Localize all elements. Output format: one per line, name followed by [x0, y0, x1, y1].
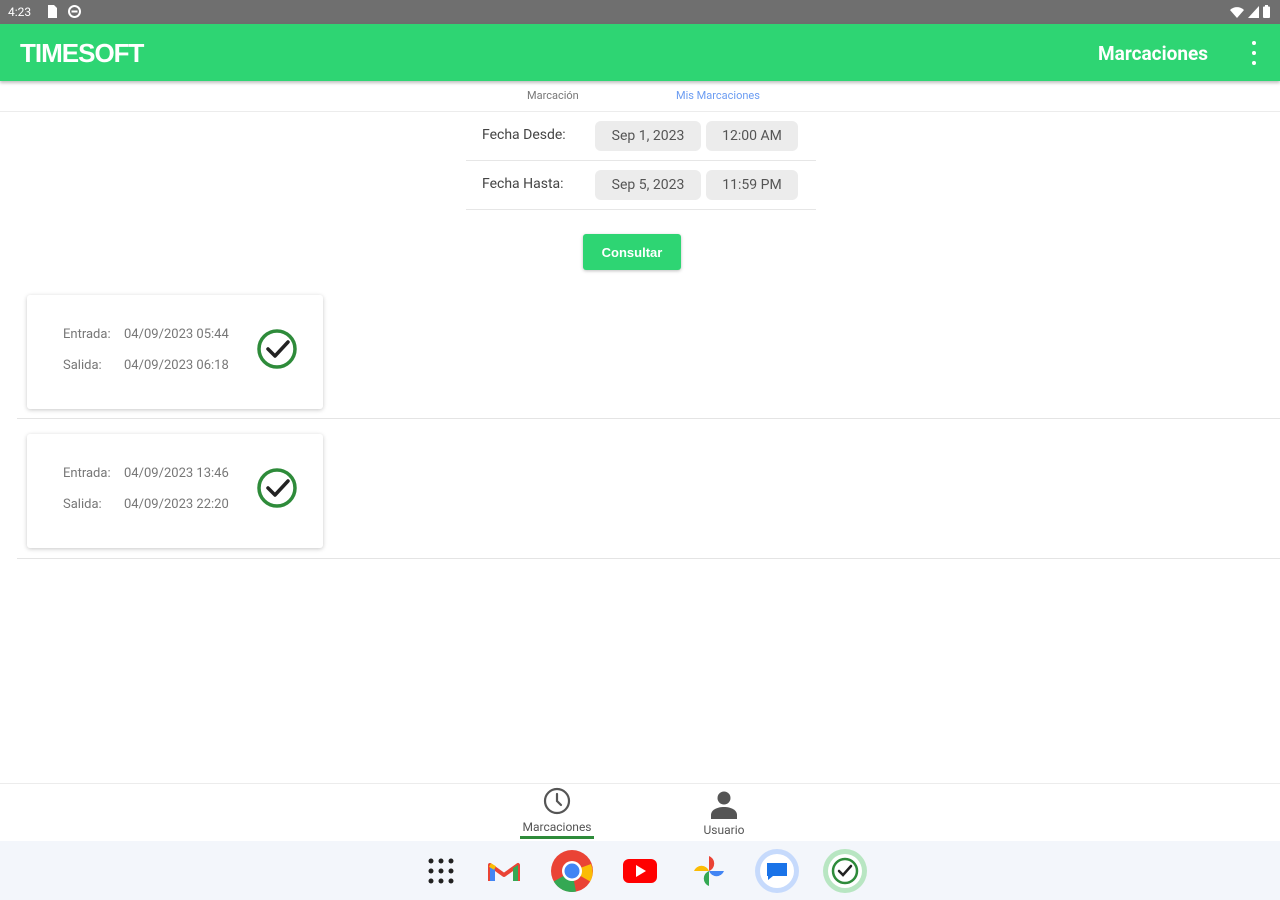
salida-value: 04/09/2023 06:18 [124, 358, 229, 373]
entrada-line: Entrada: 04/09/2023 13:46 [63, 466, 229, 481]
entrada-value: 04/09/2023 05:44 [124, 327, 229, 342]
signal-icon [1248, 5, 1259, 18]
tab-mis-marcaciones[interactable]: Mis Marcaciones [676, 89, 760, 102]
salida-line: Salida: 04/09/2023 22:20 [63, 497, 229, 512]
clock-icon [543, 787, 571, 815]
chrome-icon[interactable] [549, 848, 595, 894]
nav-marcaciones-label: Marcaciones [522, 820, 592, 834]
battery-icon [1263, 5, 1270, 18]
sim-icon [48, 5, 57, 18]
filter-row-hasta: Fecha Hasta: Sep 5, 2023 11:59 PM [466, 161, 816, 210]
record-card[interactable]: Entrada: 04/09/2023 05:44 Salida: 04/09/… [27, 295, 323, 409]
timesoft-app-icon[interactable] [822, 848, 868, 894]
youtube-icon[interactable] [617, 848, 663, 894]
nav-usuario-label: Usuario [703, 823, 745, 837]
nav-marcaciones[interactable]: Marcaciones [519, 786, 595, 834]
consultar-button[interactable]: Consultar [583, 234, 681, 270]
gmail-icon[interactable] [481, 848, 527, 894]
app-bar: TIMESOFT Marcaciones [0, 24, 1280, 81]
status-bar: 4:23 [0, 0, 1280, 24]
page-title: Marcaciones [1098, 42, 1208, 65]
salida-line: Salida: 04/09/2023 06:18 [63, 358, 229, 373]
divider [17, 558, 1280, 559]
salida-value: 04/09/2023 22:20 [124, 497, 229, 512]
person-icon [711, 791, 737, 819]
divider [17, 418, 1280, 419]
entrada-value: 04/09/2023 13:46 [124, 466, 229, 481]
filter-row-desde: Fecha Desde: Sep 1, 2023 12:00 AM [466, 112, 816, 161]
app-dock [0, 841, 1280, 900]
bottom-navigation: Marcaciones Usuario [0, 783, 1280, 841]
entrada-label: Entrada: [63, 327, 111, 342]
fecha-desde-date-picker[interactable]: Sep 1, 2023 [595, 121, 701, 151]
app-drawer-icon[interactable] [418, 848, 464, 894]
entrada-label: Entrada: [63, 466, 111, 481]
fecha-desde-time-picker[interactable]: 12:00 AM [706, 121, 798, 151]
messages-icon[interactable] [754, 848, 800, 894]
photos-icon[interactable] [686, 848, 732, 894]
tab-bar: Marcación Mis Marcaciones [0, 81, 1280, 112]
tab-marcacion[interactable]: Marcación [527, 89, 579, 102]
wifi-icon [1230, 6, 1244, 18]
notification-icon [68, 5, 81, 18]
status-time: 4:23 [8, 5, 32, 19]
record-card[interactable]: Entrada: 04/09/2023 13:46 Salida: 04/09/… [27, 434, 323, 548]
active-nav-indicator [520, 836, 594, 839]
check-circle-icon [257, 468, 297, 508]
check-circle-icon [257, 329, 297, 369]
nav-usuario[interactable]: Usuario [690, 789, 758, 837]
salida-label: Salida: [63, 358, 102, 373]
entrada-line: Entrada: 04/09/2023 05:44 [63, 327, 229, 342]
overflow-menu-icon[interactable] [1250, 41, 1258, 65]
timesoft-logo: TIMESOFT [20, 38, 144, 68]
fecha-hasta-label: Fecha Hasta: [482, 176, 564, 192]
fecha-hasta-date-picker[interactable]: Sep 5, 2023 [595, 170, 701, 200]
fecha-hasta-time-picker[interactable]: 11:59 PM [706, 170, 798, 200]
fecha-desde-label: Fecha Desde: [482, 127, 566, 143]
salida-label: Salida: [63, 497, 102, 512]
